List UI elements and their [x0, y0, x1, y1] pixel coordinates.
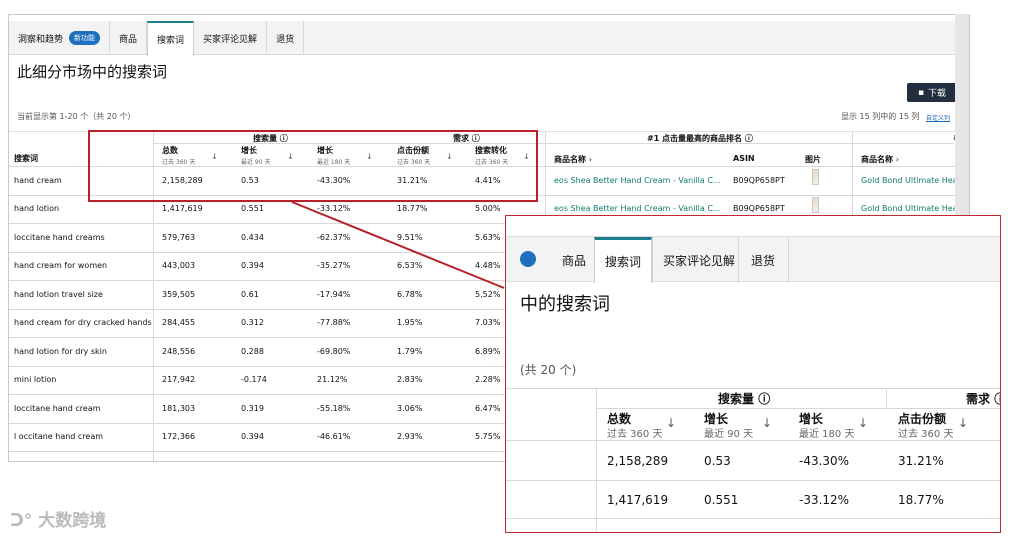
- callout-divider: [596, 388, 597, 532]
- callout-tab-bar: 商品 搜索词 买家评论见解 退货: [506, 236, 1000, 283]
- info-icon[interactable]: ⓘ: [994, 392, 1000, 406]
- callout-sub: 过去 360 天: [898, 429, 954, 440]
- sort-arrow-icon[interactable]: ↓: [666, 416, 676, 430]
- callout-tab-search-terms[interactable]: 搜索词: [594, 237, 652, 283]
- callout-line: [506, 388, 1000, 389]
- sort-arrow-icon[interactable]: ↓: [858, 416, 868, 430]
- callout-line: [506, 518, 1000, 519]
- callout-line: [596, 408, 1000, 409]
- callout-sub: 最近 90 天: [704, 429, 754, 440]
- callout-tab-products[interactable]: 商品: [562, 237, 586, 283]
- info-icon[interactable]: ⓘ: [758, 392, 770, 406]
- callout-search-volume: 搜索量 ⓘ: [718, 392, 771, 406]
- callout-count: (共 20 个): [520, 363, 577, 377]
- callout-share-cell: 31.21%: [898, 454, 944, 468]
- sort-arrow-icon[interactable]: ↓: [958, 416, 968, 430]
- callout-growth90-cell: 0.53: [704, 454, 731, 468]
- callout-sub: 过去 360 天: [607, 429, 663, 440]
- watermark: ᑐ° 大数跨境: [10, 511, 107, 531]
- callout-total-cell: 2,158,289: [607, 454, 669, 468]
- callout-total-cell: 1,417,619: [607, 493, 669, 507]
- callout-tab-returns[interactable]: 退货: [751, 237, 775, 283]
- callout-demand: 需求 ⓘ: [966, 390, 1000, 407]
- callout-growth180-cell: -33.12%: [799, 493, 850, 507]
- tab-divider: [738, 237, 739, 283]
- callout-line: [506, 480, 1000, 481]
- tab-divider: [788, 237, 789, 283]
- callout-share-cell: 18.77%: [898, 493, 944, 507]
- watermark-logo-icon: ᑐ°: [10, 511, 39, 531]
- tab-divider: [652, 237, 653, 283]
- callout-tab-reviews[interactable]: 买家评论见解: [663, 237, 735, 283]
- callout-title: 中的搜索词: [520, 294, 610, 315]
- zoom-callout: 商品 搜索词 买家评论见解 退货 中的搜索词 (共 20 个) 搜索量 ⓘ 需求…: [505, 215, 1001, 533]
- callout-growth90-cell: 0.551: [704, 493, 739, 507]
- callout-sub: 最近 180 天: [799, 429, 855, 440]
- sort-arrow-icon[interactable]: ↓: [762, 416, 772, 430]
- callout-line: [506, 440, 1000, 441]
- badge-fragment: [520, 251, 536, 267]
- callout-divider: [886, 388, 887, 408]
- callout-growth180-cell: -43.30%: [799, 454, 850, 468]
